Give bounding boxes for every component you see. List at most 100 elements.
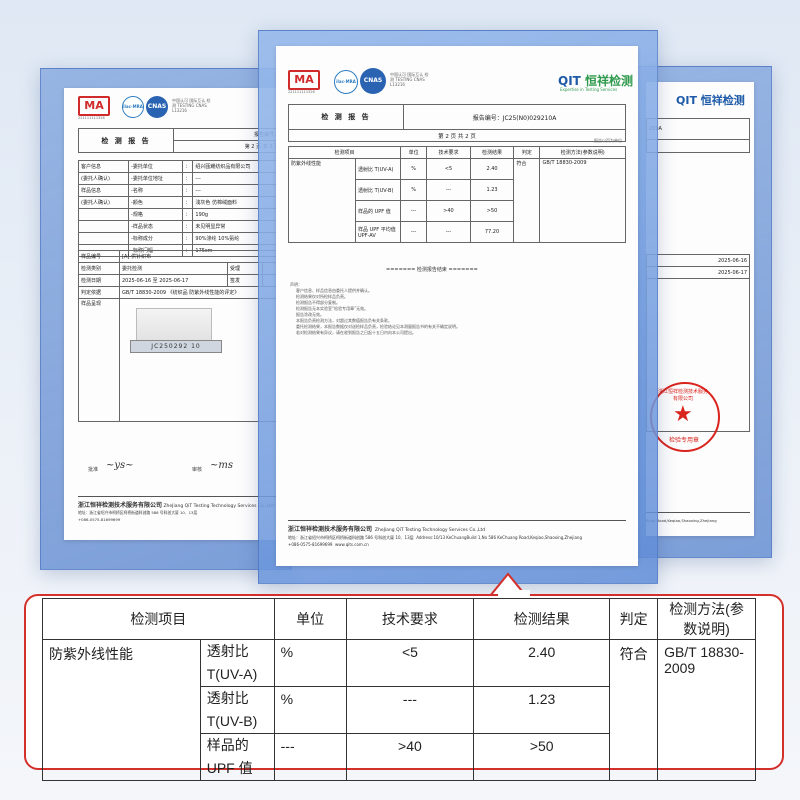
test-date-label: 检测日期 xyxy=(78,274,120,287)
left-info-cell: (委托人确认) xyxy=(77,196,130,209)
left-company-tel: +086-0575-81699699 xyxy=(78,517,121,522)
left-info-row: (委托人确认) -颜色：浅灰色 仿棉绒面料 xyxy=(77,196,282,209)
sample-id-label: 样品编号 xyxy=(78,250,120,263)
review-label: 审核 xyxy=(192,467,203,473)
center-param-cell: 样品 UPF 平均值 UPF-AV xyxy=(355,221,401,243)
center-cnas-logo: CNAS xyxy=(360,68,386,94)
callout-pointer-mask xyxy=(498,590,530,598)
left-info-cell: 样品信息 xyxy=(77,184,130,197)
left-info-cell: ： xyxy=(182,160,194,173)
center-ilac-logo: ilac-MRA xyxy=(334,70,358,94)
center-req-cell: <5 xyxy=(426,158,471,180)
left-report-title: 检 测 报 告 xyxy=(78,128,174,153)
left-info-cell: (委托人确认) xyxy=(77,172,130,185)
zoom-unit-cell: % xyxy=(273,686,347,734)
center-param-cell: 样品的 UPF 值 xyxy=(355,200,401,222)
zoom-param-line2: T(UV-A) xyxy=(206,666,258,682)
left-info-cell xyxy=(77,220,130,233)
center-cma-logo: MA xyxy=(288,70,320,90)
c-header-result: 检测结果 xyxy=(469,146,515,159)
center-result-cell: 1.23 xyxy=(469,179,515,201)
right-report-sheet: QIT 恒祥检测 210A 2025-06-16 2025-06-17 浙江恒祥… xyxy=(646,82,754,536)
center-report-sheet: MA 221111111326 ilac-MRA CNAS 中国认可 国际互认 … xyxy=(276,46,638,566)
cma-number: 221111111326 xyxy=(78,116,105,120)
zoom-param-line2: UPF 值 xyxy=(206,760,253,776)
center-cma-number: 221111111326 xyxy=(288,90,315,94)
zoom-header-req: 技术要求 xyxy=(345,598,475,640)
center-company-contact: +086-0575-81699699 www.qits.com.cn xyxy=(288,542,369,547)
left-info-row: 客户信息 -委托单位：绍兴瓯耀纺织品有限公司 xyxy=(77,160,282,173)
seal-star-icon: ★ xyxy=(673,402,693,427)
center-unit-cell: --- xyxy=(399,200,428,222)
left-info-cell: ： xyxy=(182,172,194,185)
c-header-verdict: 判定 xyxy=(513,146,541,159)
zoom-param-cell: 透射比 T(UV-B) xyxy=(199,686,275,734)
center-page-info: 第 2 页 共 2 页 xyxy=(288,129,626,142)
approve-signature: ~ys~ xyxy=(106,460,134,471)
zoom-unit-cell: % xyxy=(273,639,347,687)
zoom-req-cell: >40 xyxy=(345,733,475,781)
left-info-cell xyxy=(77,208,130,221)
c-header-item: 检测项目 xyxy=(288,146,401,159)
center-param-cell: 透射比 T(UV-B) xyxy=(355,179,401,201)
left-info-table: 客户信息 -委托单位：绍兴瓯耀纺织品有限公司 (委托人确认) -委托单位地址： --- 样… xyxy=(77,160,282,257)
left-info-cell: 客户信息 xyxy=(77,160,130,173)
center-company-name: 浙江恒祥检测技术服务有限公司 ZheJiang QiT Testing Tech… xyxy=(288,526,486,533)
zoom-param-line1: 样品的 xyxy=(206,737,249,753)
left-info-row: -样品状态：未见明显异常 xyxy=(77,220,282,233)
zoom-param-line2: T(UV-B) xyxy=(206,713,258,729)
report-end-marker: ======= 检测报告结束 ======= xyxy=(386,267,478,273)
center-results-table: 检测项目 单位 技术要求 检测结果 判定 检测方法(参数说明) 防紫外线性能 透射… xyxy=(288,146,626,243)
left-info-cell: ： xyxy=(182,208,194,221)
left-info-row: -标称成分： 90%涤纶 10%氨纶 xyxy=(77,232,282,245)
center-result-cell: 2.40 xyxy=(469,158,515,180)
right-date-start: 2025-06-16 xyxy=(646,254,750,267)
center-result-cell: >50 xyxy=(469,200,515,222)
zoom-item-cell: 防紫外线性能 xyxy=(42,639,201,781)
cnas-caption: 中国认可 国际互认 检测 TESTING CNAS L13216 xyxy=(172,98,211,113)
left-company-address: 地址：浙江省绍兴市柯桥区柯桥街道科创路 586 号科创大厦 10、13层 xyxy=(78,510,198,515)
center-item-cell: 防紫外线性能 xyxy=(288,158,356,243)
center-page-note: 报告以页为单位 xyxy=(594,138,622,143)
zoom-verdict-cell: 符合 xyxy=(609,639,659,781)
zoom-param-cell: 透射比 T(UV-A) xyxy=(199,639,275,687)
center-req-cell: --- xyxy=(426,179,471,201)
left-info-cell: -标称成分 xyxy=(128,232,184,245)
center-param-cell: 透射比 T(UV-A) xyxy=(355,158,401,180)
zoom-result-cell: >50 xyxy=(473,733,611,781)
approve-label: 批准 xyxy=(88,467,99,473)
seal-company-text: 浙江恒祥检测技术服务有限公司 xyxy=(657,389,708,402)
zoom-param-line1: 透射比 xyxy=(206,643,249,659)
center-req-cell: --- xyxy=(426,221,471,243)
center-unit-cell: % xyxy=(399,179,428,201)
center-report-title: 检 测 报 告 xyxy=(288,104,404,130)
zoom-req-cell: --- xyxy=(345,686,475,734)
zoom-result-cell: 1.23 xyxy=(473,686,611,734)
zoom-param-cell: 样品的 UPF 值 xyxy=(199,733,275,781)
left-info-row: (委托人确认) -委托单位地址： --- xyxy=(77,172,282,185)
sample-tag: JC250292 10 xyxy=(130,340,222,353)
left-info-cell: -委托单位 xyxy=(128,160,184,173)
center-cnas-caption: 中国认可 国际互认 检测 TESTING CNAS L13216 xyxy=(390,72,429,87)
center-result-cell: 77.20 xyxy=(469,221,515,243)
zoom-result-cell: 2.40 xyxy=(473,639,611,687)
left-info-cell: ： xyxy=(182,184,194,197)
left-info-cell: -规格 xyxy=(128,208,184,221)
c-header-method: 检测方法(参数说明) xyxy=(539,146,626,159)
left-info-row: 样品信息 -名称： --- xyxy=(77,184,282,197)
zoom-header-result: 检测结果 xyxy=(473,598,611,640)
left-company-name: 浙江恒祥检测技术服务有限公司 ZheJiang QiT Testing Tech… xyxy=(78,502,274,509)
product-detail-image: MA 221111111326 ilac-MRA CNAS 中国认可 国际互认 … xyxy=(0,0,800,800)
seal-bottom-text: 检验专用章 xyxy=(668,437,699,444)
c-header-unit: 单位 xyxy=(399,146,428,159)
cma-logo: MA xyxy=(78,96,110,116)
left-info-cell: ： xyxy=(182,220,194,233)
ilac-mra-logo: ilac-MRA xyxy=(122,96,144,118)
center-title-table: 检 测 报 告 报告编号：JC25(N0)029210A 第 2 页 共 2 页 xyxy=(288,104,626,142)
center-company-address: 地址：浙江省绍兴市柯桥区柯桥街道科创路 586 号科创大厦 10、13层 Add… xyxy=(288,535,582,540)
c-header-req: 技术要求 xyxy=(426,146,471,159)
left-title-table: 检 测 报 告 报告编号： 第 2 页 共 2 页 xyxy=(78,128,282,153)
test-type-label: 检测类别 xyxy=(78,262,120,275)
left-info-row: -规格： 190g xyxy=(77,208,282,221)
center-req-cell: >40 xyxy=(426,200,471,222)
